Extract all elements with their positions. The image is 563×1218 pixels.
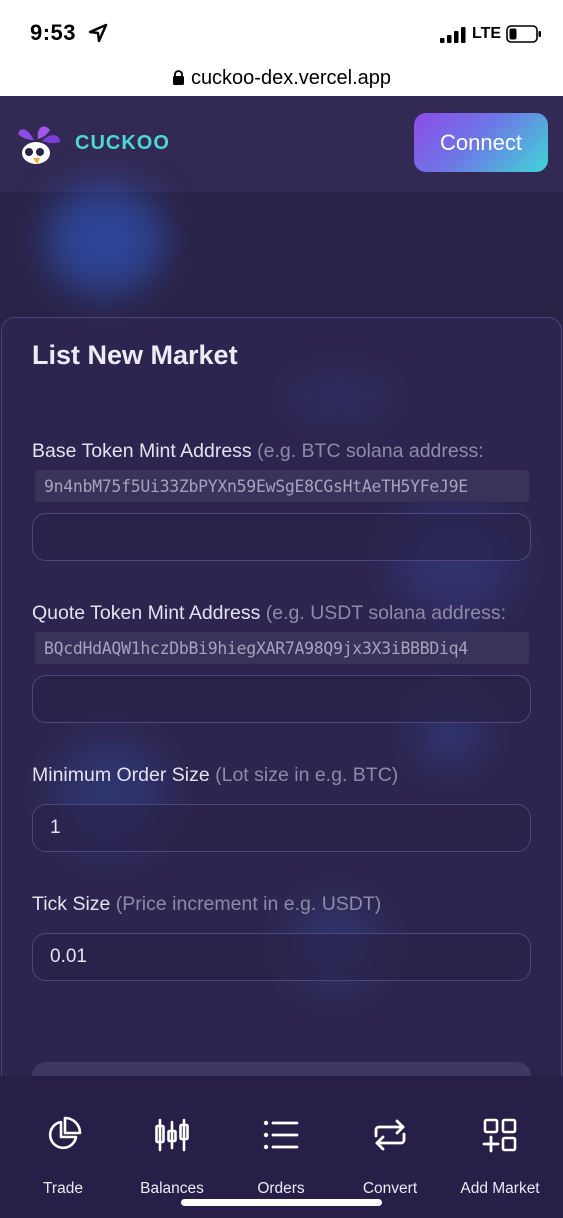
nav-item-balances[interactable]: Balances	[116, 1076, 228, 1218]
quote-token-mint-input[interactable]	[32, 675, 531, 723]
nav-label-trade: Trade	[43, 1180, 83, 1197]
tick-size-label: Tick Size (Price increment in e.g. USDT)	[32, 893, 382, 915]
battery-icon	[506, 25, 541, 43]
status-bar: 9:53 LTE	[0, 0, 563, 60]
min-order-size-input[interactable]: 1	[32, 804, 531, 852]
background-glow	[45, 185, 165, 295]
list-icon	[263, 1120, 299, 1150]
quote-token-label: Quote Token Mint Address (e.g. USDT sola…	[32, 602, 507, 624]
nav-label-convert: Convert	[362, 1180, 418, 1197]
url-text: cuckoo-dex.vercel.app	[190, 66, 392, 89]
nav-label-add-market: Add Market	[460, 1180, 540, 1197]
browser-url-bar[interactable]: cuckoo-dex.vercel.app	[0, 60, 563, 96]
status-time: 9:53	[30, 20, 77, 45]
nav-label-orders: Orders	[257, 1180, 305, 1197]
base-token-mint-input[interactable]	[32, 513, 531, 561]
base-token-label: Base Token Mint Address (e.g. BTC solana…	[32, 440, 484, 462]
quote-token-example-address: BQcdHdAQW1hczDbBi9hiegXAR7A98Q9jx3X3iBBB…	[35, 632, 529, 664]
location-arrow-icon	[88, 23, 108, 43]
pie-chart-icon	[48, 1116, 82, 1150]
page-title: List New Market	[32, 340, 238, 370]
network-type: LTE	[472, 25, 502, 42]
repeat-arrows-icon	[374, 1119, 406, 1151]
min-order-size-label: Minimum Order Size (Lot size in e.g. BTC…	[32, 764, 399, 786]
signal-bars-icon	[440, 27, 466, 43]
tick-size-input[interactable]: 0.01	[32, 933, 531, 981]
nav-item-trade[interactable]: Trade	[7, 1076, 119, 1218]
candlestick-icon	[155, 1118, 189, 1152]
nav-item-convert[interactable]: Convert	[334, 1076, 446, 1218]
lock-icon	[172, 69, 184, 85]
brand-name[interactable]: CUCKOO	[75, 132, 170, 155]
nav-item-add-market[interactable]: Add Market	[444, 1076, 556, 1218]
base-token-example-address: 9n4nbM75f5Ui33ZbPYXn59EwSgE8CGsHtAeTH5YF…	[35, 470, 529, 502]
home-indicator[interactable]	[181, 1199, 382, 1206]
add-grid-icon	[482, 1118, 517, 1153]
nav-item-orders[interactable]: Orders	[225, 1076, 337, 1218]
nav-label-balances: Balances	[140, 1180, 204, 1197]
cuckoo-logo-icon[interactable]	[14, 124, 62, 168]
connect-wallet-button[interactable]: Connect	[414, 113, 548, 172]
